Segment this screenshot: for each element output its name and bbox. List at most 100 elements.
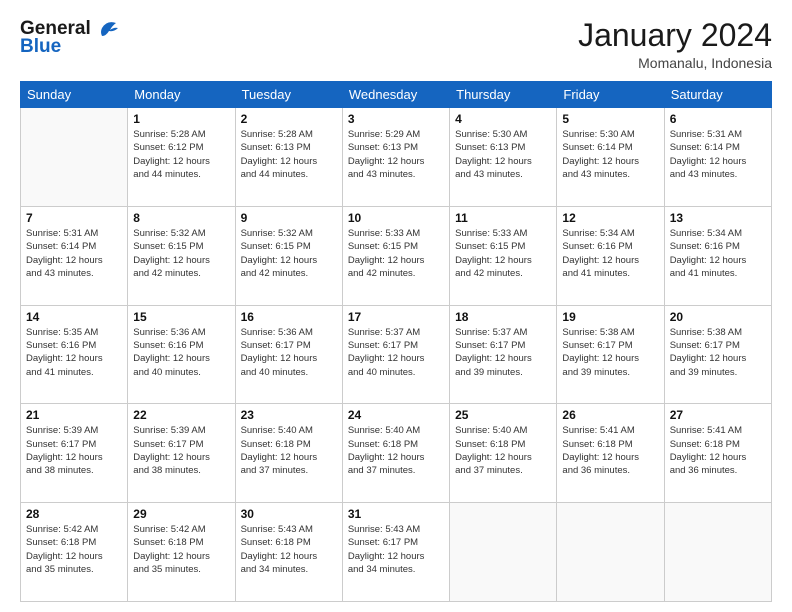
day-number: 31 [348, 507, 444, 521]
day-number: 22 [133, 408, 229, 422]
location-title: Momanalu, Indonesia [578, 55, 772, 71]
table-row: 6 Sunrise: 5:31 AMSunset: 6:14 PMDaylight… [664, 108, 771, 207]
day-number: 25 [455, 408, 551, 422]
day-number: 12 [562, 211, 658, 225]
table-row: 18 Sunrise: 5:37 AMSunset: 6:17 PMDayligh… [450, 305, 557, 404]
day-info: Sunrise: 5:31 AMSunset: 6:14 PMDaylight:… [670, 128, 766, 181]
title-area: January 2024 Momanalu, Indonesia [578, 18, 772, 71]
week-row-0: 1 Sunrise: 5:28 AMSunset: 6:12 PMDaylight… [21, 108, 772, 207]
day-number: 23 [241, 408, 337, 422]
table-row: 28Sunrise: 5:42 AMSunset: 6:18 PMDayligh… [21, 503, 128, 602]
day-info: Sunrise: 5:29 AMSunset: 6:13 PMDaylight:… [348, 128, 444, 181]
day-info: Sunrise: 5:35 AMSunset: 6:16 PMDaylight:… [26, 326, 122, 379]
table-row: 3 Sunrise: 5:29 AMSunset: 6:13 PMDaylight… [342, 108, 449, 207]
table-row: 10 Sunrise: 5:33 AMSunset: 6:15 PMDayligh… [342, 206, 449, 305]
day-info: Sunrise: 5:43 AMSunset: 6:17 PMDaylight:… [348, 523, 444, 576]
day-number: 30 [241, 507, 337, 521]
day-info: Sunrise: 5:41 AMSunset: 6:18 PMDaylight:… [562, 424, 658, 477]
table-row [450, 503, 557, 602]
day-info: Sunrise: 5:32 AMSunset: 6:15 PMDaylight:… [241, 227, 337, 280]
day-info: Sunrise: 5:28 AMSunset: 6:12 PMDaylight:… [133, 128, 229, 181]
day-number: 10 [348, 211, 444, 225]
day-info: Sunrise: 5:38 AMSunset: 6:17 PMDaylight:… [562, 326, 658, 379]
col-monday: Monday [128, 82, 235, 108]
day-info: Sunrise: 5:41 AMSunset: 6:18 PMDaylight:… [670, 424, 766, 477]
table-row: 31 Sunrise: 5:43 AMSunset: 6:17 PMDayligh… [342, 503, 449, 602]
day-number: 27 [670, 408, 766, 422]
day-number: 5 [562, 112, 658, 126]
day-number: 13 [670, 211, 766, 225]
table-row: 11 Sunrise: 5:33 AMSunset: 6:15 PMDayligh… [450, 206, 557, 305]
col-tuesday: Tuesday [235, 82, 342, 108]
day-number: 29 [133, 507, 229, 521]
table-row: 20 Sunrise: 5:38 AMSunset: 6:17 PMDayligh… [664, 305, 771, 404]
logo-bird-icon [94, 18, 120, 40]
table-row: 19 Sunrise: 5:38 AMSunset: 6:17 PMDayligh… [557, 305, 664, 404]
table-row: 4 Sunrise: 5:30 AMSunset: 6:13 PMDaylight… [450, 108, 557, 207]
table-row [557, 503, 664, 602]
day-number: 6 [670, 112, 766, 126]
day-info: Sunrise: 5:30 AMSunset: 6:13 PMDaylight:… [455, 128, 551, 181]
day-number: 24 [348, 408, 444, 422]
col-wednesday: Wednesday [342, 82, 449, 108]
table-row: 21 Sunrise: 5:39 AMSunset: 6:17 PMDayligh… [21, 404, 128, 503]
col-sunday: Sunday [21, 82, 128, 108]
calendar-table: Sunday Monday Tuesday Wednesday Thursday… [20, 81, 772, 602]
col-thursday: Thursday [450, 82, 557, 108]
calendar-header-row: Sunday Monday Tuesday Wednesday Thursday… [21, 82, 772, 108]
day-number: 16 [241, 310, 337, 324]
day-number: 11 [455, 211, 551, 225]
day-info: Sunrise: 5:33 AMSunset: 6:15 PMDaylight:… [348, 227, 444, 280]
table-row: 5 Sunrise: 5:30 AMSunset: 6:14 PMDaylight… [557, 108, 664, 207]
day-info: Sunrise: 5:34 AMSunset: 6:16 PMDaylight:… [670, 227, 766, 280]
logo-area: General Blue [20, 18, 120, 58]
day-number: 7 [26, 211, 122, 225]
table-row: 16 Sunrise: 5:36 AMSunset: 6:17 PMDayligh… [235, 305, 342, 404]
day-number: 28 [26, 507, 122, 521]
day-info: Sunrise: 5:30 AMSunset: 6:14 PMDaylight:… [562, 128, 658, 181]
table-row [664, 503, 771, 602]
day-number: 26 [562, 408, 658, 422]
day-number: 9 [241, 211, 337, 225]
day-info: Sunrise: 5:38 AMSunset: 6:17 PMDaylight:… [670, 326, 766, 379]
table-row: 9 Sunrise: 5:32 AMSunset: 6:15 PMDaylight… [235, 206, 342, 305]
day-info: Sunrise: 5:37 AMSunset: 6:17 PMDaylight:… [455, 326, 551, 379]
day-info: Sunrise: 5:28 AMSunset: 6:13 PMDaylight:… [241, 128, 337, 181]
day-number: 20 [670, 310, 766, 324]
table-row: 13 Sunrise: 5:34 AMSunset: 6:16 PMDayligh… [664, 206, 771, 305]
table-row: 8Sunrise: 5:32 AMSunset: 6:15 PMDaylight… [128, 206, 235, 305]
day-number: 1 [133, 112, 229, 126]
day-number: 8 [133, 211, 229, 225]
table-row: 23Sunrise: 5:40 AMSunset: 6:18 PMDayligh… [235, 404, 342, 503]
table-row: 30 Sunrise: 5:43 AMSunset: 6:18 PMDayligh… [235, 503, 342, 602]
day-number: 4 [455, 112, 551, 126]
table-row: 12Sunrise: 5:34 AMSunset: 6:16 PMDayligh… [557, 206, 664, 305]
day-info: Sunrise: 5:33 AMSunset: 6:15 PMDaylight:… [455, 227, 551, 280]
day-number: 14 [26, 310, 122, 324]
day-number: 3 [348, 112, 444, 126]
week-row-3: 21 Sunrise: 5:39 AMSunset: 6:17 PMDayligh… [21, 404, 772, 503]
day-info: Sunrise: 5:40 AMSunset: 6:18 PMDaylight:… [455, 424, 551, 477]
week-row-2: 14 Sunrise: 5:35 AMSunset: 6:16 PMDayligh… [21, 305, 772, 404]
logo-blue: Blue [20, 37, 120, 58]
table-row: 15Sunrise: 5:36 AMSunset: 6:16 PMDayligh… [128, 305, 235, 404]
day-info: Sunrise: 5:36 AMSunset: 6:16 PMDaylight:… [133, 326, 229, 379]
day-info: Sunrise: 5:40 AMSunset: 6:18 PMDaylight:… [348, 424, 444, 477]
day-number: 19 [562, 310, 658, 324]
day-info: Sunrise: 5:36 AMSunset: 6:17 PMDaylight:… [241, 326, 337, 379]
col-saturday: Saturday [664, 82, 771, 108]
header: General Blue January 2024 Momanalu, Indo… [20, 18, 772, 71]
day-info: Sunrise: 5:43 AMSunset: 6:18 PMDaylight:… [241, 523, 337, 576]
table-row: 27 Sunrise: 5:41 AMSunset: 6:18 PMDayligh… [664, 404, 771, 503]
month-title: January 2024 [578, 18, 772, 53]
week-row-4: 28 Sunrise: 5:42 AMSunset: 6:18 PMDayligh… [21, 503, 772, 602]
day-number: 17 [348, 310, 444, 324]
day-info: Sunrise: 5:39 AMSunset: 6:17 PMDaylight:… [26, 424, 122, 477]
col-friday: Friday [557, 82, 664, 108]
day-number: 21 [26, 408, 122, 422]
table-row: 7Sunrise: 5:31 AMSunset: 6:14 PMDaylight… [21, 206, 128, 305]
table-row: 22Sunrise: 5:39 AMSunset: 6:17 PMDayligh… [128, 404, 235, 503]
day-info: Sunrise: 5:42 AMSunset: 6:18 PMDaylight:… [133, 523, 229, 576]
day-number: 18 [455, 310, 551, 324]
table-row: 17Sunrise: 5:37 AMSunset: 6:17 PMDayligh… [342, 305, 449, 404]
